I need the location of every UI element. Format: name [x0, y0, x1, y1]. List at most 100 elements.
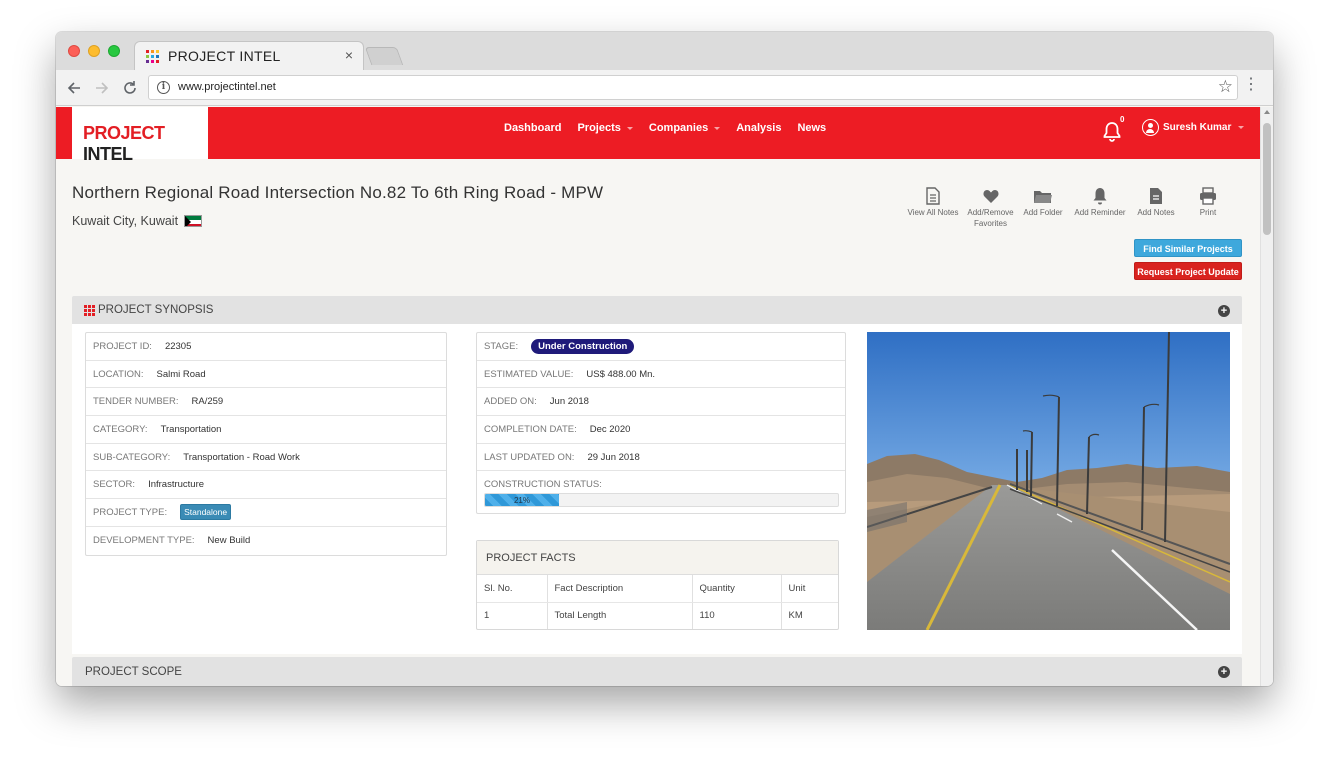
kv-key: PROJECT ID: [93, 340, 152, 352]
minimize-window-button[interactable] [88, 45, 100, 57]
tab-close-icon[interactable]: × [345, 47, 353, 63]
request-project-update-button[interactable]: Request Project Update [1134, 262, 1242, 280]
dropdown-caret-icon [626, 126, 633, 130]
kv-key: ESTIMATED VALUE: [484, 368, 574, 380]
browser-menu-icon[interactable]: ⋮ [1243, 77, 1259, 93]
project-facts-table: PROJECT FACTS Sl. No. Fact Description Qua… [476, 540, 839, 630]
scrollbar-thumb[interactable] [1263, 123, 1271, 235]
action-label: View All Notes [907, 208, 959, 217]
kv-value: Transportation [160, 423, 222, 435]
nav-label: Analysis [736, 122, 782, 134]
kv-row-last-updated-on: LAST UPDATED ON: 29 Jun 2018 [477, 444, 845, 472]
info-icon[interactable]: i [157, 81, 170, 94]
action-label: Add Reminder [1074, 208, 1126, 217]
browser-window: PROJECT INTEL × i www.projectintel.net ☆… [56, 32, 1273, 686]
action-view-all-notes[interactable]: View All Notes [902, 187, 964, 229]
construction-status-label: CONSTRUCTION STATUS: [484, 479, 602, 491]
kv-value: Infrastructure [148, 479, 205, 491]
project-type-badge: Standalone [180, 504, 232, 521]
project-photo [867, 332, 1230, 630]
nav-analysis[interactable]: Analysis [736, 122, 781, 134]
project-scope-header[interactable]: PROJECT SCOPE + [72, 657, 1242, 686]
action-add-folder[interactable]: Add Folder [1017, 187, 1069, 229]
facts-cell: 1 [477, 602, 548, 629]
reload-icon[interactable] [122, 80, 138, 96]
synopsis-title: PROJECT SYNOPSIS [98, 304, 214, 316]
kuwait-flag-icon [184, 215, 203, 227]
kv-row-estimated-value: ESTIMATED VALUE: US$ 488.00 Mn. [477, 361, 845, 389]
table-row: 1 Total Length 110 KM [477, 602, 838, 629]
kv-key: SUB-CATEGORY: [93, 451, 171, 463]
action-label: Add Notes [1137, 208, 1175, 217]
facts-column-header: Fact Description [547, 575, 693, 603]
action-label: Add Folder [1023, 208, 1063, 217]
find-similar-projects-button[interactable]: Find Similar Projects [1134, 239, 1242, 257]
kv-key: CATEGORY: [93, 423, 148, 435]
project-synopsis-header[interactable]: PROJECT SYNOPSIS + [72, 296, 1242, 324]
nav-label: Companies [648, 122, 709, 134]
maximize-window-button[interactable] [108, 45, 120, 57]
scroll-up-icon[interactable] [1264, 110, 1270, 114]
user-avatar-icon [1142, 119, 1159, 136]
note-icon [1148, 187, 1164, 207]
forward-arrow-icon[interactable] [94, 80, 110, 96]
expand-plus-icon[interactable]: + [1218, 666, 1230, 678]
kv-key: STAGE: [484, 340, 519, 352]
action-add-reminder[interactable]: Add Reminder [1069, 187, 1131, 229]
page-scrollbar[interactable] [1260, 107, 1273, 686]
kv-row-stage: STAGE: Under Construction [477, 333, 845, 361]
kv-row-sector: SECTOR: Infrastructure [86, 471, 446, 500]
kv-key: COMPLETION DATE: [484, 423, 577, 435]
synopsis-middle-list: STAGE: Under Construction ESTIMATED VALUE:… [476, 332, 846, 515]
logo[interactable]: PROJECT INTEL [72, 107, 208, 164]
kv-key: DEVELOPMENT TYPE: [93, 535, 195, 547]
kv-value: 22305 [164, 340, 192, 352]
kv-row-development-type: DEVELOPMENT TYPE: New Build [86, 527, 446, 555]
document-icon [925, 187, 941, 207]
facts-column-header: Quantity [692, 575, 782, 603]
user-name: Suresh Kumar [1163, 122, 1232, 133]
close-window-button[interactable] [68, 45, 80, 57]
kv-row-sub-category: SUB-CATEGORY: Transportation - Road Work [86, 444, 446, 472]
facts-cell: Total Length [547, 602, 693, 629]
facts-cell: KM [788, 610, 803, 622]
synopsis-left-list: PROJECT ID: 22305 LOCATION: Salmi Road TENDE… [85, 332, 447, 556]
kv-value: US$ 488.00 Mn. [586, 368, 656, 380]
kv-value: Dec 2020 [589, 423, 631, 435]
expand-plus-icon[interactable]: + [1218, 305, 1230, 317]
action-print[interactable]: Print [1181, 187, 1235, 229]
grid-icon [84, 304, 95, 316]
location-text: Kuwait City, Kuwait [72, 214, 179, 228]
progress-text: 21% [513, 496, 530, 506]
kv-row-tender-number: TENDER NUMBER: RA/259 [86, 388, 446, 417]
notification-bell-icon[interactable] [1102, 120, 1122, 142]
url-input[interactable]: i www.projectintel.net ☆ [148, 75, 1238, 100]
nav-label: Dashboard [504, 122, 562, 134]
bookmark-star-icon[interactable]: ☆ [1218, 77, 1233, 97]
bell-icon [1092, 187, 1108, 207]
nav-companies[interactable]: Companies [648, 122, 721, 134]
user-menu[interactable]: Suresh Kumar [1142, 119, 1245, 136]
action-add-notes[interactable]: Add Notes [1131, 187, 1181, 229]
kv-key: TENDER NUMBER: [93, 396, 179, 408]
new-tab-button[interactable] [364, 47, 404, 65]
construction-progress-bar: 21% [484, 493, 839, 508]
logo-text-intel: INTEL [83, 144, 133, 164]
nav-news[interactable]: News [797, 122, 826, 134]
construction-status-row: CONSTRUCTION STATUS: 21% [477, 471, 845, 513]
folder-icon [1033, 187, 1053, 207]
tab-title: PROJECT INTEL [168, 48, 281, 64]
kv-key: LAST UPDATED ON: [484, 451, 575, 463]
action-toolbar: View All Notes Add/Remove Favorites Add Fo… [902, 187, 1235, 229]
browser-tab[interactable]: PROJECT INTEL × [134, 41, 364, 70]
nav-projects[interactable]: Projects [577, 122, 633, 134]
facts-cell: 110 [692, 602, 782, 629]
facts-header-row: Sl. No. Fact Description Quantity Unit [477, 575, 838, 603]
kv-value: Jun 2018 [549, 396, 589, 408]
nav-dashboard[interactable]: Dashboard [504, 122, 561, 134]
stage-badge: Under Construction [531, 338, 635, 354]
user-caret-icon [1238, 126, 1245, 129]
kv-row-location: LOCATION: Salmi Road [86, 361, 446, 389]
action-add-remove-favorites[interactable]: Add/Remove Favorites [964, 187, 1017, 229]
back-arrow-icon[interactable] [66, 80, 82, 96]
